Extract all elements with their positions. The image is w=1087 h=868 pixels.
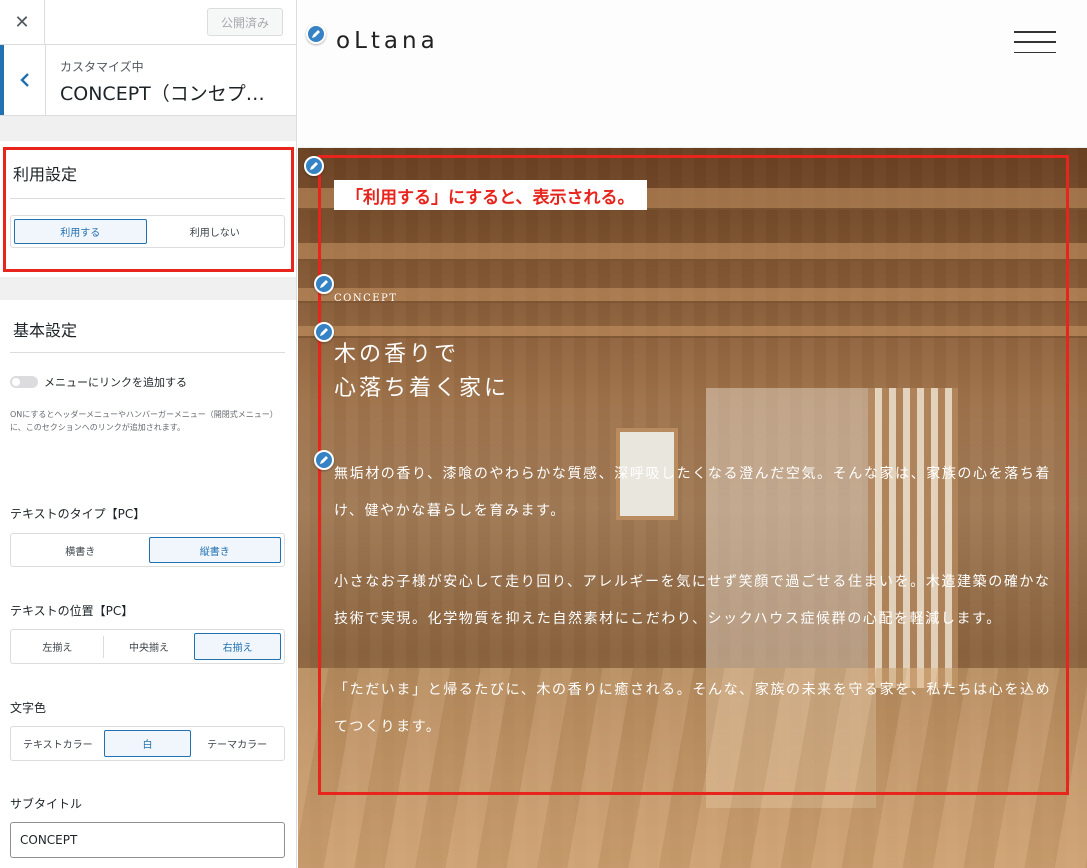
subtitle-input[interactable] [10,822,285,858]
concept-title: 木の香りで 心落ち着く家に [334,338,509,406]
basic-heading: 基本設定 [13,321,78,340]
text-position-toggle: 左揃え 中央揃え 右揃え [10,629,285,664]
text-position-right[interactable]: 右揃え [194,633,282,660]
menu-link-label: メニューにリンクを追加する [44,376,187,389]
menu-link-toggle[interactable] [10,376,38,388]
edit-shortcut-body[interactable] [314,450,334,470]
edit-shortcut-subtitle[interactable] [314,274,334,294]
divider [102,635,104,658]
text-color-toggle: テキストカラー 白 テーマカラー [10,726,285,761]
usage-toggle: 利用する 利用しない [10,215,285,248]
text-position-label: テキストの位置【PC】 [10,604,134,618]
hamburger-menu-icon[interactable] [1014,31,1056,53]
ceiling-beam [298,326,1087,338]
edit-shortcut-section[interactable] [304,156,324,176]
text-color-theme[interactable]: テーマカラー [193,730,281,757]
divider [10,198,285,199]
publish-button[interactable]: 公開済み [207,8,283,36]
text-position-center[interactable]: 中央揃え [106,633,193,660]
text-type-vertical[interactable]: 縦書き [148,537,281,563]
ceiling-beam [298,243,1087,261]
text-type-label: テキストのタイプ【PC】 [10,507,146,521]
breadcrumb-subtitle: カスタマイズ中 [60,60,144,74]
text-color-white[interactable]: 白 [103,730,192,757]
usage-option-use[interactable]: 利用する [14,219,147,244]
back-button[interactable] [0,45,46,115]
title-line: 木の香りで [334,342,460,367]
edit-shortcut-title[interactable] [314,322,334,342]
site-logo[interactable]: oLtana [336,28,439,54]
menu-link-help: ONにするとヘッダーメニューやハンバーガーメニュー（開閉式メニュー）に、このセク… [10,410,278,432]
usage-option-not-use[interactable]: 利用しない [149,219,282,244]
text-color-label: 文字色 [10,701,47,715]
concept-subtitle: CONCEPT [334,293,398,304]
pencil-icon [320,456,328,464]
customizer-sidebar: ✕ 公開済み カスタマイズ中 CONCEPT（コンセプ… 利用設定 利用する 利… [0,0,297,868]
text-color-text[interactable]: テキストカラー [14,730,102,757]
section-title: CONCEPT（コンセプ… [60,83,265,105]
divider [10,352,285,353]
edit-shortcut-logo[interactable] [306,24,326,44]
customizer-header: ✕ 公開済み [0,0,296,45]
pencil-icon [320,280,328,288]
chevron-left-icon [19,73,29,87]
ceiling-beam [298,288,1087,303]
annotation-callout: 「利用する」にすると、表示される。 [334,180,647,210]
breadcrumb: カスタマイズ中 CONCEPT（コンセプ… [0,45,296,116]
text-type-toggle: 横書き 縦書き [10,533,285,567]
concept-body: 無垢材の香り、漆喰のやわらかな質感、深呼吸したくなる澄んだ空気。そんな家は、家族… [334,456,1054,780]
title-line: 心落ち着く家に [334,376,510,402]
site-preview: oLtana 「利用する」にすると、表示される。 CONCEPT 木の香りで 心… [298,0,1087,868]
body-paragraph: 小さなお子様が安心して走り回り、アレルギーを気にせず笑顔で過ごせる住まいを。木造… [334,574,1051,627]
usage-heading: 利用設定 [13,165,78,184]
pencil-icon [310,162,318,170]
body-paragraph: 無垢材の香り、漆喰のやわらかな質感、深呼吸したくなる澄んだ空気。そんな家は、家族… [334,466,1052,519]
close-icon: ✕ [14,11,30,33]
usage-panel: 利用設定 利用する 利用しない [0,141,296,277]
body-paragraph: 「ただいま」と帰るたびに、木の香りに癒される。そんな、家族の未来を守る家を、私た… [334,682,1052,735]
pencil-icon [320,328,328,336]
subtitle-label: サブタイトル [10,797,83,811]
text-type-horizontal[interactable]: 横書き [14,537,147,563]
concept-section: 「利用する」にすると、表示される。 CONCEPT 木の香りで 心落ち着く家に … [298,148,1087,868]
pencil-icon [312,30,320,38]
text-position-left[interactable]: 左揃え [14,633,101,660]
site-header: oLtana [298,0,1087,148]
close-button[interactable]: ✕ [0,0,45,44]
